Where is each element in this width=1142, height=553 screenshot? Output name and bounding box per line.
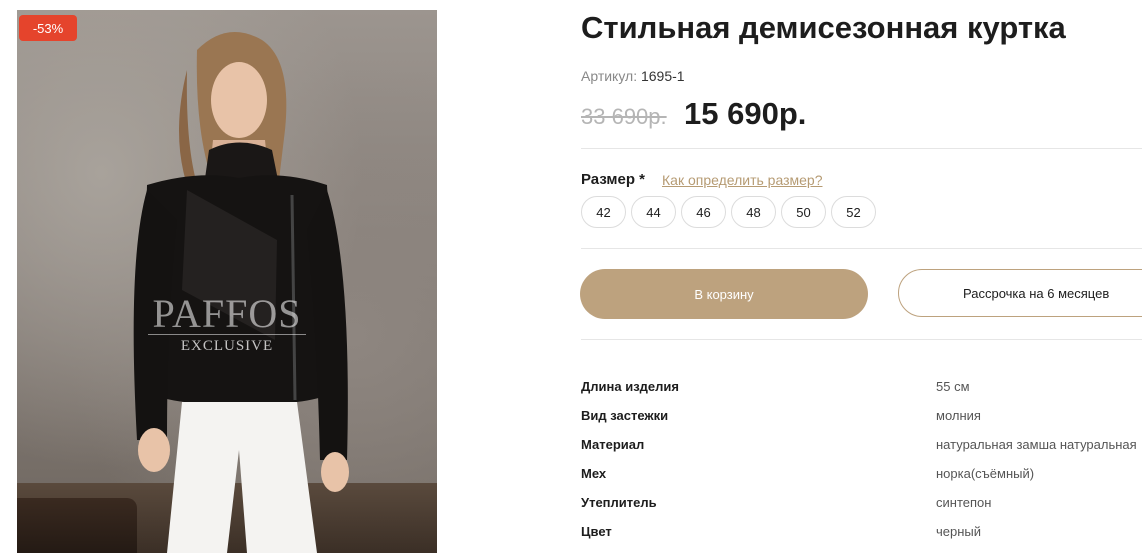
spec-value: норка(съёмный) (936, 466, 1035, 481)
sku-label: Артикул: (581, 68, 638, 84)
size-option-50[interactable]: 50 (781, 196, 826, 228)
specs-table: Длина изделия 55 см Вид застежки молния … (581, 379, 1142, 553)
size-option-46[interactable]: 46 (681, 196, 726, 228)
spec-key: Материал (581, 437, 645, 452)
old-price: 33 690р. (581, 104, 667, 129)
spec-key: Утеплитель (581, 495, 657, 510)
spec-row: Утеплитель синтепон (581, 495, 1142, 524)
spec-value: черный (936, 524, 982, 539)
watermark-brand: PAFFOS (152, 291, 302, 336)
size-option-48[interactable]: 48 (731, 196, 776, 228)
size-option-42[interactable]: 42 (581, 196, 626, 228)
spec-key: Вид застежки (581, 408, 669, 423)
spec-row: Цвет черный (581, 524, 1142, 553)
spec-key: Цвет (581, 524, 612, 539)
spec-value: натуральная замша натуральная (936, 437, 1137, 452)
size-options: 42 44 46 48 50 52 (581, 196, 876, 228)
spec-value: синтепон (936, 495, 992, 510)
installment-button[interactable]: Рассрочка на 6 месяцев (898, 269, 1142, 317)
sku-value: 1695-1 (640, 68, 685, 84)
product-photo[interactable] (17, 10, 437, 553)
size-guide-link[interactable]: Как определить размер? (662, 172, 822, 188)
sku-line: Артикул: 1695-1 (581, 68, 685, 84)
size-option-44[interactable]: 44 (631, 196, 676, 228)
size-label: Размер * (581, 171, 646, 188)
divider-bottom (581, 339, 1142, 340)
spec-row: Длина изделия 55 см (581, 379, 1142, 408)
spec-row: Вид застежки молния (581, 408, 1142, 437)
current-price: 15 690р. (684, 96, 807, 131)
spec-value: 55 см (936, 379, 970, 394)
watermark-subtitle: EXCLUSIVE (180, 338, 274, 354)
add-to-cart-button[interactable]: В корзину (580, 269, 868, 319)
model-figure (133, 32, 349, 553)
spec-row: Материал натуральная замша натуральная (581, 437, 1142, 466)
spec-key: Мех (581, 466, 607, 481)
divider-top (581, 148, 1142, 149)
divider-middle (581, 248, 1142, 249)
watermark-divider (148, 334, 306, 335)
spec-key: Длина изделия (581, 379, 679, 394)
product-title: Стильная демисезонная куртка (581, 10, 1066, 45)
spec-value: молния (936, 408, 981, 423)
discount-badge: -53% (19, 15, 77, 41)
spec-row: Мех норка(съёмный) (581, 466, 1142, 495)
size-option-52[interactable]: 52 (831, 196, 876, 228)
